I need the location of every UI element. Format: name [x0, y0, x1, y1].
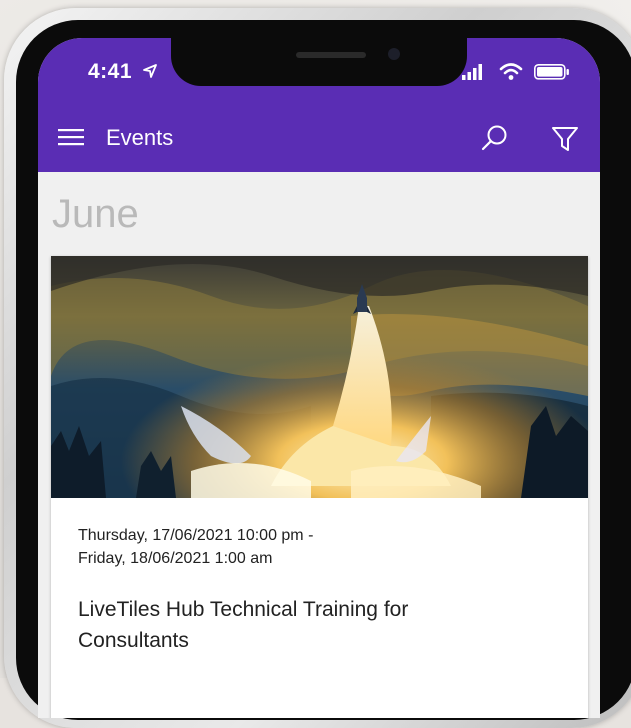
event-date-range: Thursday, 17/06/2021 10:00 pm - Friday, … [78, 524, 558, 570]
location-arrow-icon [143, 64, 157, 78]
status-icons [462, 63, 569, 80]
event-title-line1: LiveTiles Hub Technical Training for [78, 598, 409, 621]
event-title-line2: Consultants [78, 629, 189, 652]
event-title[interactable]: LiveTiles Hub Technical Training for Con… [78, 594, 568, 656]
menu-icon[interactable] [58, 127, 84, 147]
phone-notch [171, 38, 467, 86]
event-start-date: Thursday, 17/06/2021 10:00 pm - [78, 527, 314, 544]
event-end-date: Friday, 18/06/2021 1:00 am [78, 550, 273, 567]
wifi-icon [499, 63, 523, 80]
page-title: Events [106, 125, 174, 150]
month-heading: June [52, 192, 139, 236]
status-time: 4:41 [88, 60, 133, 83]
battery-icon [534, 64, 569, 80]
search-icon[interactable] [480, 124, 508, 152]
filter-icon[interactable] [551, 125, 579, 153]
phone-speaker [296, 52, 366, 58]
event-image [51, 256, 588, 498]
phone-camera [388, 48, 400, 60]
phone-screen: 4:41 Events June Thursday, 17/06/2021 10… [38, 38, 600, 718]
event-card[interactable]: Thursday, 17/06/2021 10:00 pm - Friday, … [51, 256, 588, 718]
